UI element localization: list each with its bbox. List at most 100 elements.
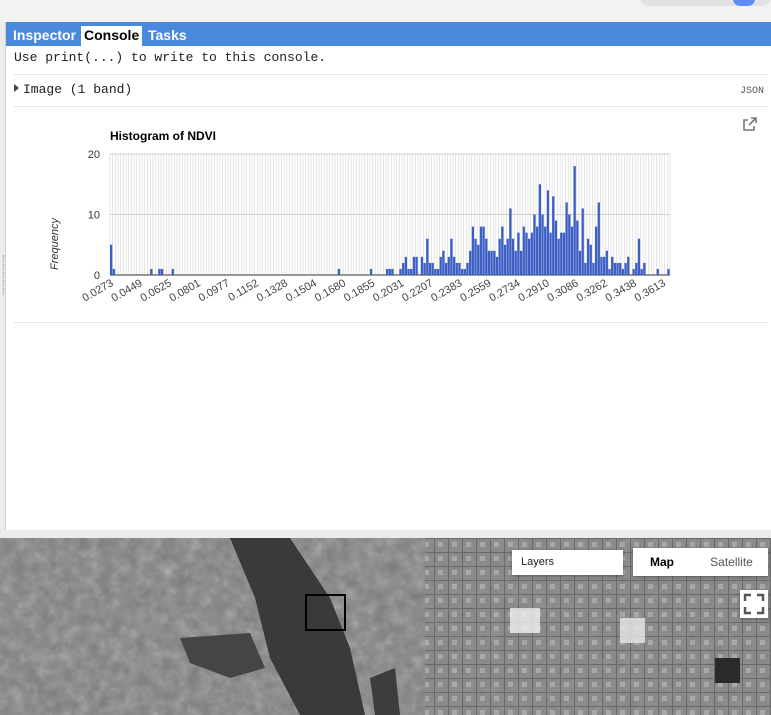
histogram-bar xyxy=(439,256,442,275)
histogram-bar xyxy=(369,268,373,275)
histogram-bar xyxy=(487,250,491,275)
map-type-map[interactable]: Map xyxy=(633,548,691,576)
histogram-bar xyxy=(452,256,456,275)
histogram-bar xyxy=(110,244,113,275)
toggle-indicator xyxy=(733,0,755,6)
histogram-bar xyxy=(482,226,485,275)
histogram-bar xyxy=(576,220,579,275)
histogram-bar xyxy=(337,268,341,275)
histogram-bar xyxy=(552,196,555,275)
tab-tasks[interactable]: Tasks xyxy=(145,26,190,44)
x-tick-label: 0.3613 xyxy=(633,277,668,304)
x-tick-label: 0.1504 xyxy=(284,277,319,304)
histogram-bar xyxy=(458,262,461,275)
map-type-control: Map Satellite xyxy=(633,548,768,576)
y-tick-label: 0 xyxy=(94,270,100,282)
histogram-bar xyxy=(436,268,440,275)
json-button[interactable]: JSON xyxy=(740,86,764,97)
x-tick-labels: 0.02730.04490.06250.08010.09770.11520.13… xyxy=(80,277,667,304)
tab-inspector[interactable]: Inspector xyxy=(10,26,79,44)
histogram-bar xyxy=(560,232,563,275)
histogram-bar xyxy=(544,226,547,275)
histogram-bar xyxy=(632,268,635,275)
histogram-bar xyxy=(613,262,617,275)
histogram-bar xyxy=(493,250,496,275)
histogram-bar xyxy=(506,238,509,275)
histogram-bar xyxy=(511,238,515,275)
histogram-bar xyxy=(501,226,504,275)
histogram-bar xyxy=(597,202,600,275)
histogram-bar xyxy=(592,262,595,275)
histogram-bar xyxy=(450,238,453,275)
histogram-bar xyxy=(444,262,448,275)
histogram-bar xyxy=(637,238,641,275)
histogram-bar xyxy=(584,262,587,275)
histogram-bar xyxy=(527,238,531,275)
histogram-bar xyxy=(455,262,458,275)
toggle-pill[interactable] xyxy=(640,0,771,6)
histogram-bar xyxy=(536,226,539,275)
tab-console[interactable]: Console xyxy=(81,26,143,46)
histogram-bar xyxy=(565,202,568,275)
histogram-bar xyxy=(621,268,625,275)
tab-bar: Inspector Console Tasks xyxy=(6,22,771,46)
histogram-bar xyxy=(509,208,512,275)
histogram-bar xyxy=(391,268,394,275)
histogram-bar xyxy=(549,232,552,275)
histogram-bar xyxy=(431,262,434,275)
map-type-satellite[interactable]: Satellite xyxy=(695,548,768,576)
histogram-bar xyxy=(624,262,627,275)
y-tick-label: 10 xyxy=(88,210,100,222)
histogram-bar xyxy=(479,226,483,275)
divider xyxy=(14,322,768,323)
histogram-bar xyxy=(160,268,164,275)
histogram-bar xyxy=(412,256,416,275)
histogram-bar xyxy=(570,226,574,275)
layers-button[interactable]: Layers xyxy=(512,550,623,575)
panel-resize-handle[interactable] xyxy=(0,255,4,295)
histogram-bar xyxy=(469,250,472,275)
x-tick-label: 0.1855 xyxy=(342,277,377,304)
caret-right-icon[interactable] xyxy=(14,84,19,92)
histogram-bar xyxy=(423,262,426,275)
histogram-bar xyxy=(426,238,429,275)
histogram-bar xyxy=(514,250,517,275)
histogram-bar xyxy=(404,256,408,275)
histogram-bar xyxy=(158,268,161,275)
y-tick-labels: 0 10 20 xyxy=(88,149,100,282)
histogram-bar xyxy=(434,268,437,275)
histogram-bar xyxy=(407,268,410,275)
console-panel: Inspector Console Tasks Use print(...) t… xyxy=(5,22,771,530)
histogram-bar xyxy=(402,262,405,275)
x-tick-label: 0.2031 xyxy=(371,277,406,304)
histogram-bar xyxy=(150,268,153,275)
bars xyxy=(110,166,670,275)
x-tick-label: 0.2383 xyxy=(429,277,464,304)
histogram-bar xyxy=(600,256,603,275)
image-object-row[interactable]: Image (1 band) xyxy=(14,82,132,97)
histogram-bar xyxy=(415,256,418,275)
histogram-bar xyxy=(656,268,659,275)
histogram-bar xyxy=(471,226,475,275)
x-tick-label: 0.2559 xyxy=(458,277,493,304)
fullscreen-button[interactable] xyxy=(740,590,768,618)
histogram-bar xyxy=(635,262,638,275)
histogram-bar xyxy=(474,238,477,275)
x-tick-label: 0.0801 xyxy=(168,277,203,304)
histogram-bar xyxy=(428,262,432,275)
histogram-bar xyxy=(477,244,480,275)
histogram-bar xyxy=(546,190,550,275)
x-tick-label: 0.2910 xyxy=(516,277,551,304)
top-strip xyxy=(0,0,771,22)
histogram-bar xyxy=(463,268,466,275)
histogram-bar xyxy=(533,214,536,275)
histogram-bar xyxy=(522,226,525,275)
histogram-bar xyxy=(581,208,584,275)
histogram-bar xyxy=(461,268,464,275)
histogram-bar xyxy=(112,268,115,275)
histogram-bar xyxy=(399,268,402,275)
x-tick-label: 0.0449 xyxy=(109,277,144,304)
histogram-bar xyxy=(605,250,608,275)
x-tick-label: 0.3438 xyxy=(604,277,639,304)
chart-title: Histogram of NDVI xyxy=(110,129,216,143)
